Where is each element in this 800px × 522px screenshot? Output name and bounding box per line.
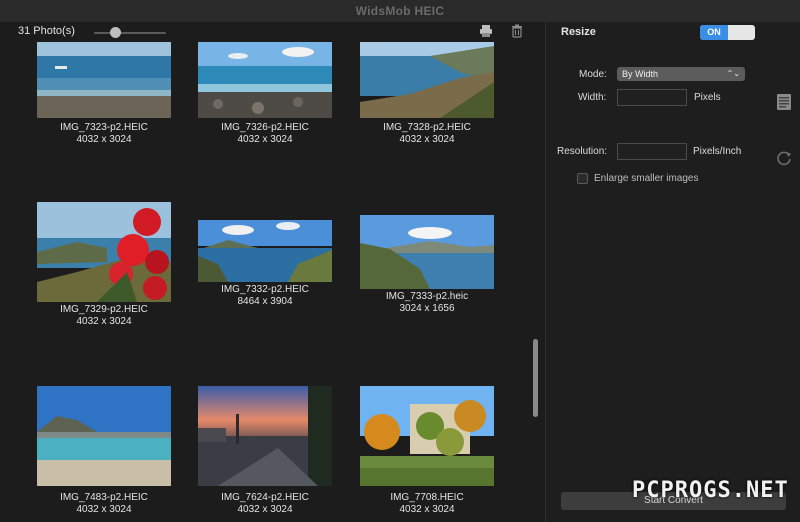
photo-dimensions: 4032 x 3024 [237,504,293,515]
photo-image[interactable] [360,386,494,486]
chevron-updown-icon: ⌃⌄ [726,69,740,78]
photo-image[interactable] [198,220,332,282]
photo-name: IMG_7332-p2.HEIC [221,284,309,295]
print-icon[interactable] [479,24,493,38]
mode-select[interactable]: By Width ⌃⌄ [617,67,745,81]
zoom-slider-knob[interactable] [110,27,122,38]
window-title: WidsMob HEIC [355,4,445,18]
resize-toggle[interactable]: ON [700,25,755,40]
photo-image[interactable] [198,42,332,118]
photo-dimensions: 4032 x 3024 [76,134,132,145]
resize-panel: Resize ON Mode: By Width ⌃⌄ Width: Pixel… [546,22,800,522]
document-list-icon[interactable] [774,92,794,112]
width-label: Width: [578,92,607,103]
photo-name: IMG_7483-p2.HEIC [60,492,148,503]
title-bar: WidsMob HEIC [0,0,800,22]
mode-label: Mode: [579,69,607,80]
photo-image[interactable] [360,42,494,118]
photo-image[interactable] [37,202,171,302]
enlarge-checkbox[interactable] [577,173,588,184]
app-window: WidsMob HEIC 31 Photo(s) IMG_7323-p2.HEI… [0,0,800,522]
photo-browser: 31 Photo(s) IMG_7323-p2.HEIC 4032 x 3024… [0,22,545,522]
photo-name: IMG_7624-p2.HEIC [221,492,309,503]
resolution-label: Resolution: [557,146,608,157]
enlarge-label: Enlarge smaller images [594,173,699,184]
photo-name: IMG_7329-p2.HEIC [60,304,148,315]
photo-dimensions: 8464 x 3904 [237,296,293,307]
width-unit: Pixels [694,92,721,103]
photo-image[interactable] [360,215,494,289]
photo-name: IMG_7323-p2.HEIC [60,122,148,133]
zoom-slider-track[interactable] [94,32,166,34]
photo-image[interactable] [198,386,332,486]
photo-dimensions: 3024 x 1656 [399,303,455,314]
photo-name: IMG_7333-p2.heic [385,291,469,302]
mode-select-value: By Width [622,69,659,79]
photo-name: IMG_7708.HEIC [390,492,464,503]
toggle-on-label: ON [700,25,728,40]
resolution-input[interactable] [617,143,687,160]
watermark-text: PCPROGS.NET [632,478,789,503]
photo-name: IMG_7328-p2.HEIC [383,122,471,133]
photo-count: 31 Photo(s) [18,25,75,37]
photo-name: IMG_7326-p2.HEIC [221,122,309,133]
resolution-unit: Pixels/Inch [693,146,742,157]
refresh-icon[interactable] [774,148,794,168]
photo-image[interactable] [37,42,171,118]
photo-dimensions: 4032 x 3024 [76,504,132,515]
photo-dimensions: 4032 x 3024 [399,134,455,145]
photo-dimensions: 4032 x 3024 [76,316,132,327]
photo-image[interactable] [37,386,171,486]
scrollbar-thumb[interactable] [533,339,538,417]
width-input[interactable] [617,89,687,106]
photo-dimensions: 4032 x 3024 [399,504,455,515]
resize-title: Resize [561,26,596,38]
photo-dimensions: 4032 x 3024 [237,134,293,145]
trash-icon[interactable] [510,24,524,38]
